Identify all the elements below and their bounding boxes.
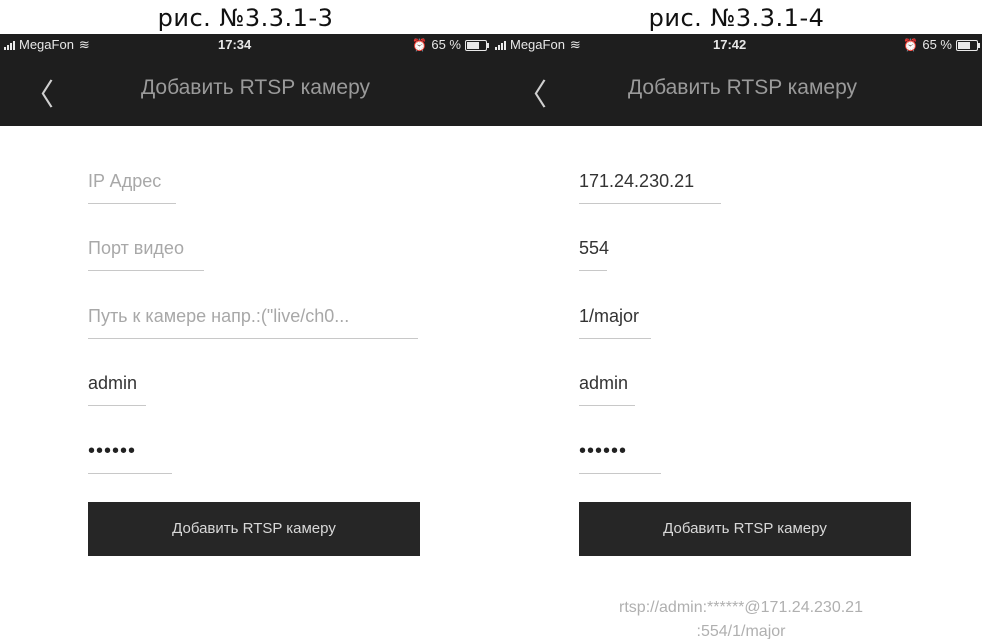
camera-path-field[interactable]: Путь к камере напр.:("live/ch0... (88, 299, 418, 339)
password-value: •••••• (88, 440, 137, 462)
signal-icon (4, 40, 16, 50)
carrier-name: MegaFon (19, 37, 74, 52)
add-rtsp-camera-button[interactable]: Добавить RTSP камеру (579, 502, 911, 556)
username-field[interactable]: admin (579, 366, 879, 406)
battery-percent: 65 % (922, 37, 952, 52)
status-time: 17:34 (218, 37, 252, 52)
password-field[interactable]: •••••• (88, 434, 418, 474)
field-underline (88, 203, 176, 204)
ip-address-placeholder: IP Адрес (88, 171, 162, 191)
video-port-value: 554 (579, 238, 610, 258)
status-bar: MegaFon ≋ 17:42 ⏰ 65 % (491, 34, 982, 56)
username-field[interactable]: admin (88, 366, 418, 406)
ip-address-field[interactable]: 171.24.230.21 (579, 164, 879, 204)
camera-path-field[interactable]: 1/major (579, 299, 879, 339)
ip-address-field[interactable]: IP Адрес (88, 164, 418, 204)
rtsp-url-line2: :554/1/major (696, 623, 786, 639)
battery-icon (465, 39, 489, 51)
field-underline (579, 473, 661, 474)
status-right: ⏰ 65 % (903, 34, 980, 56)
wifi-icon: ≋ (78, 37, 90, 52)
nav-bar: 〈 Добавить RTSP камеру (0, 56, 491, 126)
add-rtsp-camera-button[interactable]: Добавить RTSP камеру (88, 502, 420, 556)
carrier-name: MegaFon (510, 37, 565, 52)
field-underline (579, 270, 607, 271)
field-underline (88, 405, 146, 406)
page-title: Добавить RTSP камеру (140, 76, 371, 99)
alarm-icon: ⏰ (412, 38, 428, 52)
field-underline (88, 338, 418, 339)
alarm-icon: ⏰ (903, 38, 919, 52)
status-time: 17:42 (713, 37, 747, 52)
camera-path-value: 1/major (579, 306, 640, 326)
password-field[interactable]: •••••• (579, 434, 879, 474)
video-port-field[interactable]: Порт видео (88, 231, 418, 271)
username-value: admin (88, 373, 138, 393)
field-underline (88, 270, 204, 271)
ip-address-value: 171.24.230.21 (579, 171, 695, 191)
username-value: admin (579, 373, 629, 393)
caption-right: рис. №3.3.1-4 (648, 4, 825, 32)
rtsp-url-line1: rtsp://admin:******@171.24.230.21 (619, 599, 863, 616)
password-value: •••••• (579, 440, 628, 462)
battery-percent: 65 % (431, 37, 461, 52)
camera-path-placeholder: Путь к камере напр.:("live/ch0... (88, 306, 350, 326)
field-underline (579, 203, 721, 204)
phone-screen-right: MegaFon ≋ 17:42 ⏰ 65 % 〈 Добавить RTSP к… (491, 34, 982, 639)
phone-screen-left: MegaFon ≋ 17:34 ⏰ 65 % 〈 Добавить RTSP к… (0, 34, 491, 639)
status-bar: MegaFon ≋ 17:34 ⏰ 65 % (0, 34, 491, 56)
field-underline (88, 473, 172, 474)
video-port-placeholder: Порт видео (88, 238, 184, 258)
field-underline (579, 338, 651, 339)
field-underline (579, 405, 635, 406)
carrier-info: MegaFon ≋ (495, 34, 581, 56)
nav-bar: 〈 Добавить RTSP камеру (491, 56, 982, 126)
battery-icon (956, 39, 980, 51)
carrier-info: MegaFon ≋ (4, 34, 90, 56)
caption-left: рис. №3.3.1-3 (157, 4, 334, 32)
page-title: Добавить RTSP камеру (627, 76, 858, 99)
status-right: ⏰ 65 % (412, 34, 489, 56)
rtsp-url-preview: rtsp://admin:******@171.24.230.21 :554/1… (551, 596, 931, 639)
wifi-icon: ≋ (569, 37, 581, 52)
signal-icon (495, 40, 507, 50)
video-port-field[interactable]: 554 (579, 231, 879, 271)
